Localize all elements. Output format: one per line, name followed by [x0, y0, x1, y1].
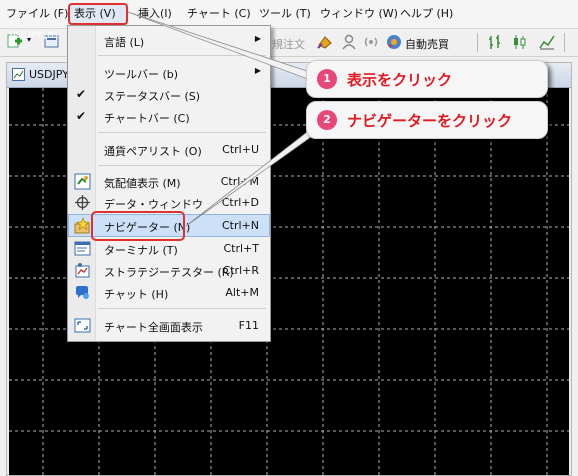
- metaeditor-icon[interactable]: [316, 33, 334, 51]
- menu-item-label: ストラテジーテスター (R): [104, 266, 234, 279]
- crosshair-icon: [75, 195, 90, 210]
- menu-file[interactable]: ファイル (F): [6, 7, 68, 21]
- checkmark-icon: ✔: [76, 87, 87, 101]
- step-number-badge: 2: [317, 110, 337, 130]
- menu-item-shortcut: Ctrl+M: [220, 175, 259, 188]
- menu-help[interactable]: ヘルプ (H): [400, 7, 453, 21]
- toolbar-separator: [564, 33, 565, 52]
- menu-item-shortcut: F11: [238, 319, 259, 332]
- menu-item-label: ステータスバー (S): [104, 90, 201, 103]
- mt4-window: ファイル (F) 表示 (V) 挿入(I) チャート (C) ツール (T) ウ…: [0, 0, 578, 476]
- menu-item-label: 言語 (L): [104, 36, 145, 49]
- menu-item-label: チャートバー (C): [104, 112, 190, 125]
- menu-item-shortcut: Ctrl+D: [221, 196, 259, 209]
- bar-chart-icon[interactable]: [486, 33, 504, 51]
- menu-separator: [98, 165, 266, 166]
- auto-trading-icon[interactable]: [385, 33, 403, 51]
- menu-item-label: 通貨ペアリスト (O): [104, 145, 202, 158]
- checkmark-icon: ✔: [76, 109, 87, 123]
- line-chart-icon[interactable]: [538, 33, 556, 51]
- menu-item-shortcut: Alt+M: [225, 286, 259, 299]
- chart-symbol-label: USDJPY,M1: [10, 31, 59, 41]
- menu-separator: [98, 55, 266, 56]
- menu-item-label: 気配値表示 (M): [104, 177, 181, 190]
- signals-icon[interactable]: [362, 33, 380, 51]
- community-icon[interactable]: [340, 33, 358, 51]
- menu-separator: [98, 132, 266, 133]
- step-number-badge: 1: [317, 69, 337, 89]
- chat-icon: [76, 286, 89, 299]
- candlestick-chart-icon[interactable]: [511, 33, 529, 51]
- menu-item-toolbars[interactable]: ツールバー (b) ▶: [69, 62, 269, 83]
- menu-insert[interactable]: 挿入(I): [138, 7, 172, 21]
- menu-item-fullscreen[interactable]: チャート全画面表示 F11: [69, 315, 269, 336]
- navigator-star-icon: [74, 217, 91, 234]
- menu-item-label: ツールバー (b): [104, 68, 179, 81]
- callout-step-2: 2 ナビゲーターをクリック: [306, 101, 548, 139]
- menu-item-terminal[interactable]: ターミナル (T) Ctrl+T: [69, 238, 269, 259]
- menu-item-symbols[interactable]: 通貨ペアリスト (O) Ctrl+U: [69, 139, 269, 160]
- menu-item-chart-bar[interactable]: ✔ チャートバー (C): [69, 106, 269, 127]
- menu-item-label: チャート全画面表示: [104, 321, 203, 334]
- menu-chart[interactable]: チャート (C): [187, 7, 251, 21]
- menu-item-status-bar[interactable]: ✔ ステータスバー (S): [69, 84, 269, 105]
- menu-item-label: ターミナル (T): [104, 244, 178, 257]
- strategy-tester-icon: [75, 263, 90, 278]
- toolbar-separator: [477, 33, 478, 52]
- menu-item-language[interactable]: 言語 (L) ▶: [69, 30, 269, 51]
- menu-tools[interactable]: ツール (T): [259, 7, 311, 21]
- market-watch-icon: [74, 173, 91, 190]
- menu-view[interactable]: 表示 (V): [74, 7, 116, 21]
- menu-item-shortcut: Ctrl+T: [223, 242, 259, 255]
- view-dropdown-menu: 言語 (L) ▶ ツールバー (b) ▶ ✔ ステータスバー (S) ✔ チャー…: [67, 25, 271, 342]
- auto-trading-button[interactable]: 自動売買: [405, 36, 449, 52]
- menu-item-market-watch[interactable]: 気配値表示 (M) Ctrl+M: [69, 171, 269, 192]
- navigator-highlight-box: [91, 211, 185, 241]
- chart-window-title[interactable]: USDJPY: [29, 68, 69, 81]
- callout-instruction: ナビゲーターをクリック: [347, 112, 513, 130]
- menu-item-label: チャット (H): [104, 288, 169, 301]
- callout-step-1: 1 表示をクリック: [306, 60, 548, 98]
- menu-item-strategy-tester[interactable]: ストラテジーテスター (R) Ctrl+R: [69, 260, 269, 281]
- callout-instruction: 表示をクリック: [347, 71, 453, 89]
- new-order-button[interactable]: 規注文: [272, 36, 305, 52]
- submenu-arrow-icon: ▶: [254, 34, 261, 43]
- menu-item-label: データ・ウィンドウ: [104, 198, 203, 211]
- menu-item-shortcut: Ctrl+R: [222, 264, 259, 277]
- fullscreen-icon: [74, 318, 91, 333]
- menu-item-shortcut: Ctrl+U: [222, 143, 259, 156]
- menu-item-shortcut: Ctrl+N: [221, 219, 259, 232]
- terminal-icon: [74, 241, 91, 256]
- menu-separator: [98, 308, 266, 309]
- chart-window-icon: [12, 68, 25, 81]
- menu-item-chat[interactable]: チャット (H) Alt+M: [69, 282, 269, 303]
- menu-window[interactable]: ウィンドウ (W): [320, 7, 398, 21]
- menu-item-data-window[interactable]: データ・ウィンドウ Ctrl+D: [69, 192, 269, 213]
- submenu-arrow-icon: ▶: [254, 66, 261, 75]
